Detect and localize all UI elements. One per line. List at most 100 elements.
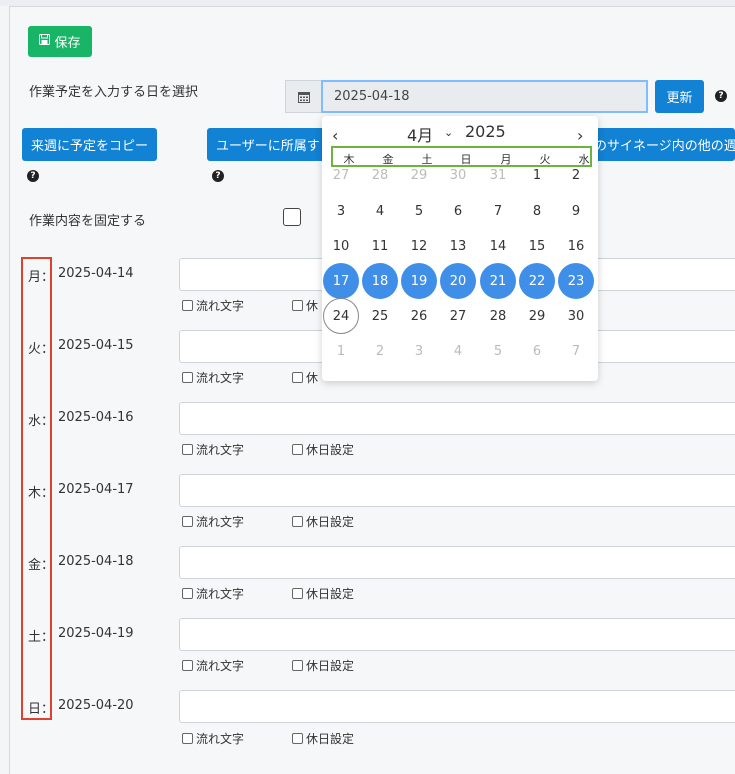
calendar-day[interactable]: 6 xyxy=(519,333,555,369)
calendar-day[interactable]: 31 xyxy=(480,157,516,193)
calendar-day[interactable]: 18 xyxy=(362,263,398,299)
calendar-day[interactable]: 2 xyxy=(362,333,398,369)
update-button[interactable]: 更新 xyxy=(655,80,704,113)
holiday-option[interactable]: 休日設定 xyxy=(292,657,354,674)
flow-text-checkbox[interactable] xyxy=(182,660,193,671)
flow-text-option[interactable]: 流れ文字 xyxy=(182,369,244,386)
calendar-day[interactable]: 23 xyxy=(558,263,594,299)
year-display[interactable]: 2025 xyxy=(465,122,506,141)
help-icon[interactable]: ? xyxy=(715,90,727,102)
calendar-day[interactable]: 26 xyxy=(401,298,437,334)
help-icon[interactable]: ? xyxy=(27,170,39,182)
weekday-label: 金： xyxy=(28,558,55,573)
calendar-day[interactable]: 20 xyxy=(440,263,476,299)
flow-text-option[interactable]: 流れ文字 xyxy=(182,585,244,602)
calendar-day[interactable]: 3 xyxy=(323,193,359,229)
holiday-checkbox[interactable] xyxy=(292,660,303,671)
calendar-day[interactable]: 4 xyxy=(362,193,398,229)
calendar-day[interactable]: 14 xyxy=(480,228,516,264)
holiday-checkbox[interactable] xyxy=(292,444,303,455)
calendar-day[interactable]: 9 xyxy=(558,193,594,229)
holiday-checkbox[interactable] xyxy=(292,516,303,527)
calendar-day[interactable]: 1 xyxy=(519,157,555,193)
flow-text-checkbox[interactable] xyxy=(182,733,193,744)
work-content-input[interactable] xyxy=(179,402,735,435)
date-input[interactable]: 2025-04-18 xyxy=(321,80,648,113)
holiday-option[interactable]: 休 xyxy=(292,297,318,314)
calendar-icon[interactable] xyxy=(285,80,321,113)
holiday-checkbox[interactable] xyxy=(292,588,303,599)
calendar-day[interactable]: 11 xyxy=(362,228,398,264)
flow-text-checkbox[interactable] xyxy=(182,372,193,383)
month-select[interactable]: 4月 xyxy=(407,122,433,146)
holiday-checkbox[interactable] xyxy=(292,733,303,744)
save-label: 保存 xyxy=(54,36,81,51)
fix-content-checkbox[interactable] xyxy=(283,208,301,226)
calendar-day[interactable]: 7 xyxy=(480,193,516,229)
calendar-day[interactable]: 28 xyxy=(480,298,516,334)
day-date: 2025-04-15 xyxy=(58,338,134,353)
holiday-option[interactable]: 休日設定 xyxy=(292,513,354,530)
next-month-button[interactable]: › xyxy=(577,126,583,145)
calendar-day[interactable]: 27 xyxy=(323,157,359,193)
calendar-day[interactable]: 30 xyxy=(558,298,594,334)
signage-other-week-button[interactable]: のサイネージ内の他の週 xyxy=(590,128,735,161)
flow-text-checkbox[interactable] xyxy=(182,444,193,455)
holiday-checkbox[interactable] xyxy=(292,300,303,311)
work-content-input[interactable] xyxy=(179,474,735,507)
chevron-down-icon[interactable]: ⌄ xyxy=(444,126,453,139)
calendar-day[interactable]: 5 xyxy=(480,333,516,369)
floppy-icon xyxy=(39,34,51,49)
calendar-day[interactable]: 29 xyxy=(519,298,555,334)
work-content-input[interactable] xyxy=(179,690,735,723)
fix-content-label: 作業内容を固定する xyxy=(29,214,147,229)
flow-text-option[interactable]: 流れ文字 xyxy=(182,513,244,530)
help-icon[interactable]: ? xyxy=(212,170,224,182)
flow-text-checkbox[interactable] xyxy=(182,516,193,527)
calendar-day[interactable]: 10 xyxy=(323,228,359,264)
calendar-day[interactable]: 12 xyxy=(401,228,437,264)
day-date: 2025-04-17 xyxy=(58,482,134,497)
calendar-day[interactable]: 3 xyxy=(401,333,437,369)
save-button[interactable]: 保存 xyxy=(28,26,92,57)
calendar-day[interactable]: 16 xyxy=(558,228,594,264)
holiday-option[interactable]: 休日設定 xyxy=(292,730,354,747)
calendar-day[interactable]: 5 xyxy=(401,193,437,229)
calendar-day[interactable]: 8 xyxy=(519,193,555,229)
calendar-day[interactable]: 28 xyxy=(362,157,398,193)
calendar-day[interactable]: 13 xyxy=(440,228,476,264)
calendar-day[interactable]: 1 xyxy=(323,333,359,369)
calendar-day[interactable]: 22 xyxy=(519,263,555,299)
flow-text-option[interactable]: 流れ文字 xyxy=(182,297,244,314)
flow-text-checkbox[interactable] xyxy=(182,588,193,599)
calendar-day[interactable]: 17 xyxy=(323,263,359,299)
calendar-day[interactable]: 30 xyxy=(440,157,476,193)
holiday-option[interactable]: 休日設定 xyxy=(292,441,354,458)
flow-text-option[interactable]: 流れ文字 xyxy=(182,441,244,458)
calendar-day[interactable]: 27 xyxy=(440,298,476,334)
calendar-day[interactable]: 15 xyxy=(519,228,555,264)
calendar-day[interactable]: 19 xyxy=(401,263,437,299)
flow-text-option[interactable]: 流れ文字 xyxy=(182,657,244,674)
holiday-option[interactable]: 休 xyxy=(292,369,318,386)
calendar-day[interactable]: 6 xyxy=(440,193,476,229)
holiday-checkbox[interactable] xyxy=(292,372,303,383)
day-date: 2025-04-19 xyxy=(58,626,134,641)
weekday-label: 火： xyxy=(28,342,55,357)
prev-month-button[interactable]: ‹ xyxy=(332,126,338,145)
work-content-input[interactable] xyxy=(179,618,735,651)
calendar-day[interactable]: 4 xyxy=(440,333,476,369)
holiday-option[interactable]: 休日設定 xyxy=(292,585,354,602)
flow-text-option[interactable]: 流れ文字 xyxy=(182,730,244,747)
datepicker-popup: ‹ 4月 ⌄ 2025 › 木 金 土 日 月 火 水 27 28 29 30 31 1 2… xyxy=(322,116,598,381)
calendar-day[interactable]: 21 xyxy=(480,263,516,299)
calendar-day[interactable]: 7 xyxy=(558,333,594,369)
calendar-day[interactable]: 2 xyxy=(558,157,594,193)
work-content-input[interactable] xyxy=(179,546,735,579)
user-belong-button[interactable]: ユーザーに所属す xyxy=(207,128,327,161)
copy-next-week-button[interactable]: 来週に予定をコピー xyxy=(22,128,157,161)
calendar-day[interactable]: 25 xyxy=(362,298,398,334)
flow-text-checkbox[interactable] xyxy=(182,300,193,311)
calendar-day[interactable]: 29 xyxy=(401,157,437,193)
calendar-day[interactable]: 24 xyxy=(323,298,359,334)
